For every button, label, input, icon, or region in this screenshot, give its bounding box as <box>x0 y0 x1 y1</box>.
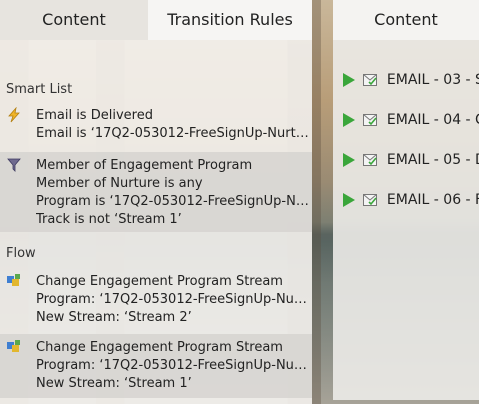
smart-list-item-detail: Member of Nurture is any <box>36 176 203 191</box>
smart-list-heading: Smart List <box>6 82 73 97</box>
play-icon <box>343 193 355 207</box>
tab-transition-rules[interactable]: Transition Rules <box>148 0 312 40</box>
email-check-icon <box>363 154 378 166</box>
funnel-icon <box>7 158 21 172</box>
email-item[interactable]: EMAIL - 03 - Su <box>343 72 479 92</box>
smart-list-item-detail: Email is ‘17Q2-053012-FreeSignUp-Nurture… <box>36 126 312 141</box>
email-label: EMAIL - 06 - Fo <box>386 192 479 208</box>
email-label: EMAIL - 05 - Di <box>386 152 479 168</box>
email-label: EMAIL - 04 - Ch <box>386 112 479 128</box>
email-label: EMAIL - 03 - Su <box>386 72 479 88</box>
smart-list-item-detail: Program is ‘17Q2-053012-FreeSignUp-Nurt.… <box>36 194 312 209</box>
email-item[interactable]: EMAIL - 06 - Fo <box>343 192 479 212</box>
email-check-icon <box>363 74 378 86</box>
engagement-stream-icon <box>7 274 20 286</box>
smart-list-item-email-delivered[interactable]: Email is Delivered Email is ‘17Q2-053012… <box>0 102 312 146</box>
flow-step-detail: New Stream: ‘Stream 1’ <box>36 376 192 391</box>
email-item[interactable]: EMAIL - 04 - Ch <box>343 112 479 132</box>
tab-bar: Content Transition Rules <box>0 0 312 40</box>
smart-list-item-detail: Track is not ‘Stream 1’ <box>36 212 182 227</box>
content-panel-heading: Content <box>333 0 479 40</box>
smart-list-item-member-engagement[interactable]: Member of Engagement Program Member of N… <box>0 152 312 232</box>
email-item[interactable]: EMAIL - 05 - Di <box>343 152 479 172</box>
flow-step-title: Change Engagement Program Stream <box>36 274 283 289</box>
content-panel: Content EMAIL - 03 - Su EMAIL - 04 - Ch <box>333 0 479 404</box>
play-icon <box>343 153 355 167</box>
smart-list-item-title: Email is Delivered <box>36 108 153 123</box>
flow-step-detail: Program: ‘17Q2-053012-FreeSignUp-Nurture… <box>36 358 312 373</box>
engagement-stream-icon <box>7 340 20 352</box>
tab-content[interactable]: Content <box>0 0 148 40</box>
play-icon <box>343 113 355 127</box>
flow-step-detail: Program: ‘17Q2-053012-FreeSignUp-Nurture… <box>36 292 312 307</box>
flow-step-title: Change Engagement Program Stream <box>36 340 283 355</box>
smart-list-item-title: Member of Engagement Program <box>36 158 253 173</box>
email-check-icon <box>363 194 378 206</box>
email-list: EMAIL - 03 - Su EMAIL - 04 - Ch EMAIL - … <box>333 40 479 400</box>
email-check-icon <box>363 114 378 126</box>
play-icon <box>343 73 355 87</box>
flow-step-change-stream-1[interactable]: Change Engagement Program Stream Program… <box>0 334 312 398</box>
flow-step-detail: New Stream: ‘Stream 2’ <box>36 310 192 325</box>
flow-step-change-stream-2[interactable]: Change Engagement Program Stream Program… <box>0 268 312 330</box>
flow-heading: Flow <box>6 246 36 261</box>
transition-rules-panel: Smart List Email is Delivered Email is ‘… <box>0 40 312 404</box>
lightning-bolt-icon <box>8 107 20 123</box>
